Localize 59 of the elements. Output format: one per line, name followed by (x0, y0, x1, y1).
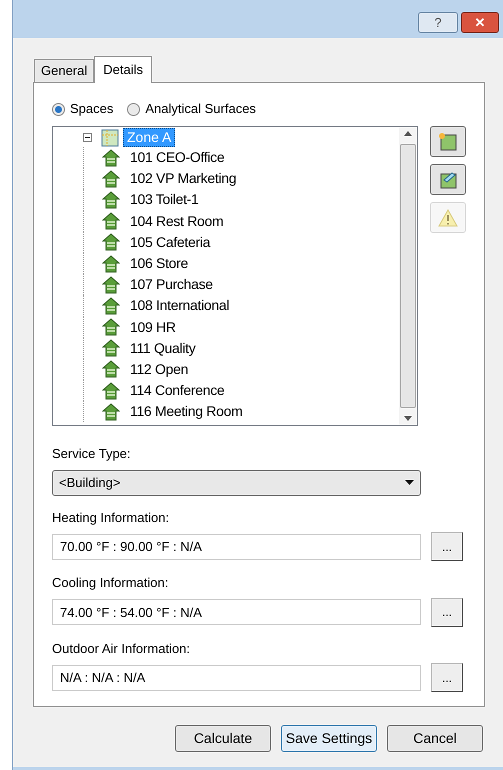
tool-button[interactable] (430, 126, 466, 157)
tree-item[interactable]: 108 International (130, 295, 230, 316)
radio-button[interactable] (127, 102, 140, 116)
tree-item[interactable]: 116 Meeting Room (130, 401, 242, 422)
dialog-button[interactable]: Cancel (387, 725, 483, 752)
scroll-up-icon[interactable] (404, 131, 412, 136)
help-button[interactable]: ? (418, 12, 458, 33)
tab[interactable]: Details (94, 56, 152, 83)
house-icon (102, 190, 120, 209)
tool-button[interactable] (430, 164, 466, 195)
browse-button[interactable]: ... (431, 532, 463, 561)
tree-item[interactable]: 114 Conference (130, 380, 224, 402)
house-icon (102, 148, 120, 167)
house-icon (102, 339, 120, 358)
tree-item[interactable]: 104 Rest Room (130, 210, 224, 232)
tree-item[interactable]: 111 Quality (130, 338, 196, 359)
dialog-button[interactable]: Save Settings (281, 725, 377, 752)
tree-item[interactable]: 102 VP Marketing (130, 168, 236, 190)
collapse-icon[interactable] (83, 133, 92, 142)
tree-item[interactable]: 105 Cafeteria (130, 232, 210, 253)
space-edit-icon (438, 170, 458, 190)
input-field[interactable]: N/A : N/A : N/A (52, 664, 421, 690)
scroll-down-icon[interactable] (404, 416, 412, 421)
house-icon (102, 382, 120, 400)
field-label: Service Type: (52, 445, 132, 463)
input-field[interactable]: 74.00 °F : 54.00 °F : N/A (52, 599, 421, 625)
house-icon (102, 360, 120, 378)
house-icon (102, 276, 120, 294)
input-field[interactable]: 70.00 °F : 90.00 °F : N/A (52, 534, 421, 560)
radio-label: Spaces (70, 100, 114, 118)
tree-item[interactable]: 101 CEO-Office (130, 147, 224, 168)
radio-button[interactable] (52, 102, 65, 116)
tree-item[interactable]: 107 Purchase (130, 274, 213, 296)
close-button[interactable]: ✕ (461, 12, 499, 33)
house-icon (102, 402, 120, 421)
field-label: Cooling Information: (52, 574, 170, 592)
zone-icon (101, 128, 119, 146)
house-icon (102, 233, 120, 252)
house-icon (102, 254, 120, 273)
tree-item[interactable]: 109 HR (130, 316, 176, 338)
dialog-button[interactable]: Calculate (175, 725, 271, 752)
field-label: Outdoor Air Information: (52, 640, 192, 658)
browse-button[interactable]: ... (431, 598, 463, 626)
radio-label: Analytical Surfaces (145, 100, 256, 118)
warning-icon (438, 208, 458, 226)
house-icon (102, 296, 120, 315)
scrollbar[interactable] (399, 127, 417, 425)
house-icon (102, 212, 120, 230)
service-type-dropdown[interactable]: <Building> (52, 470, 421, 496)
field-label: Heating Information: (52, 508, 170, 527)
tree-item[interactable]: 112 Open (130, 358, 188, 380)
house-icon (102, 170, 120, 188)
tree-item[interactable]: 106 Store (130, 253, 188, 274)
tree-item[interactable]: 103 Toilet-1 (130, 189, 199, 210)
house-icon (102, 318, 120, 336)
space-plan-icon (438, 132, 458, 152)
browse-button[interactable]: ... (431, 663, 463, 692)
caret-icon (405, 480, 414, 485)
tab[interactable]: General (34, 59, 94, 82)
